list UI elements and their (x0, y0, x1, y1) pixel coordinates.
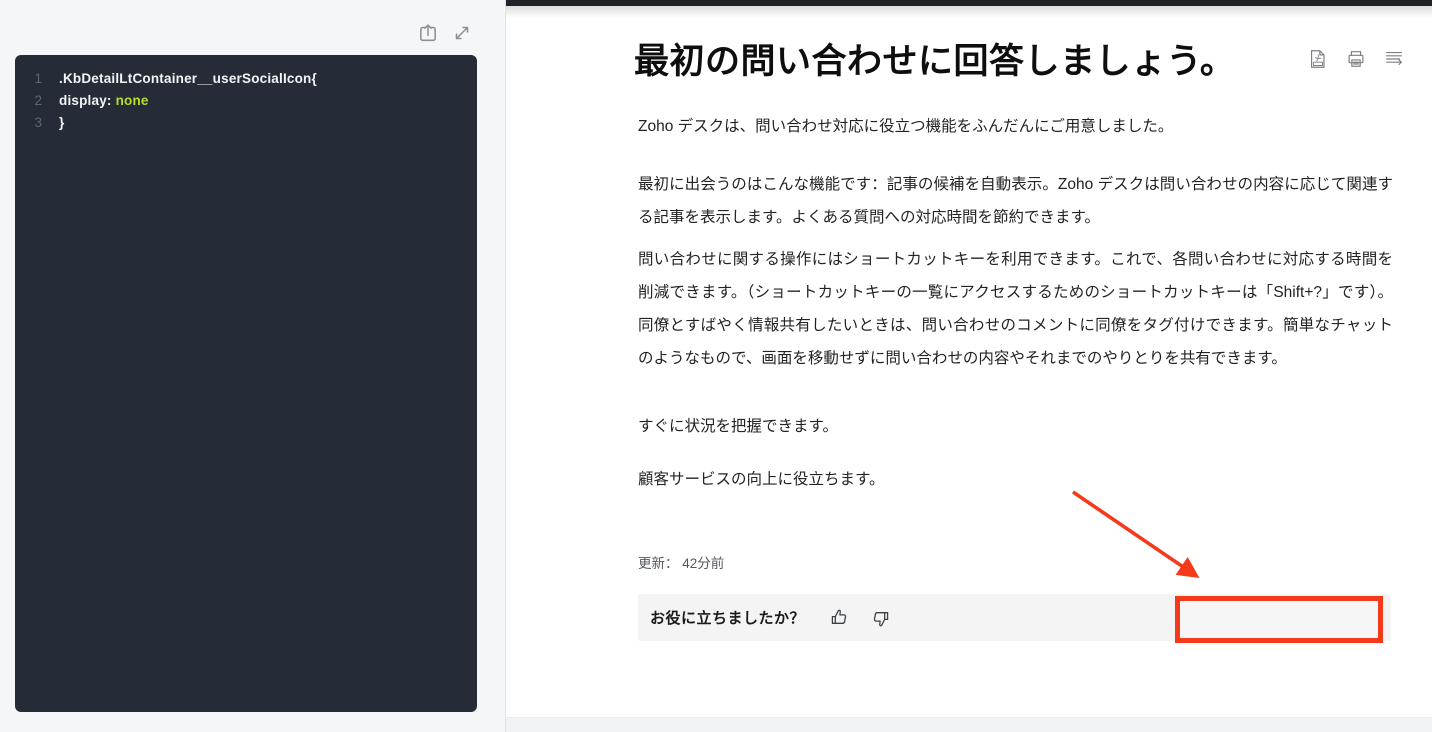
article-paragraph: 問い合わせに関する操作にはショートカットキーを利用できます。これで、各問い合わせ… (638, 243, 1393, 375)
line-number: 1 (15, 68, 59, 90)
updated-label: 更新： (638, 556, 679, 571)
article-paragraph: すぐに状況を把握できます。 (638, 410, 1393, 443)
thumbs-down-icon[interactable] (870, 607, 892, 629)
page-title: 最初の問い合わせに回答しましょう。 (634, 33, 1294, 84)
code-line: 1 .KbDetailLtContainer__userSocialIcon{ (15, 68, 477, 90)
article-toolbar (1307, 48, 1405, 70)
annotation-arrow (1061, 480, 1271, 600)
code-brace: } (59, 112, 64, 134)
annotation-highlight-rect (1175, 596, 1383, 643)
editor-toolbar (417, 22, 473, 44)
line-number: 2 (15, 90, 59, 112)
css-code-editor[interactable]: 1 .KbDetailLtContainer__userSocialIcon{ … (15, 55, 477, 712)
updated-value: 42分前 (682, 556, 724, 571)
feedback-question: お役に立ちましたか？ (650, 607, 805, 628)
article-paragraph: 顧客サービスの向上に役立ちます。 (638, 463, 1393, 496)
code-property: display: (59, 90, 116, 112)
code-line: 3 } (15, 112, 477, 134)
reader-view-icon[interactable] (1383, 48, 1405, 70)
pdf-export-icon[interactable] (1307, 48, 1329, 70)
help-article-panel: 最初の問い合わせに回答しましょう。 Zoho デスクは、問い合わせ対応に役 (505, 0, 1432, 732)
print-icon[interactable] (1345, 48, 1367, 70)
css-editor-panel: 1 .KbDetailLtContainer__userSocialIcon{ … (0, 0, 505, 732)
share-export-icon[interactable] (417, 22, 439, 44)
updated-timestamp: 更新： 42分前 (638, 552, 724, 572)
expand-icon[interactable] (451, 22, 473, 44)
article-paragraph: Zoho デスクは、問い合わせ対応に役立つ機能をふんだんにご用意しました。 (638, 110, 1393, 143)
thumbs-up-icon[interactable] (828, 607, 850, 629)
code-value: none (116, 90, 149, 112)
article-paragraph: 最初に出会うのはこんな機能です：記事の候補を自動表示。Zoho デスクは問い合わ… (638, 168, 1393, 234)
bottom-page-strip (506, 717, 1432, 732)
line-number: 3 (15, 112, 59, 134)
code-line: 2 display: none (15, 90, 477, 112)
top-shadow (506, 6, 1432, 18)
code-selector: .KbDetailLtContainer__userSocialIcon{ (59, 68, 317, 90)
